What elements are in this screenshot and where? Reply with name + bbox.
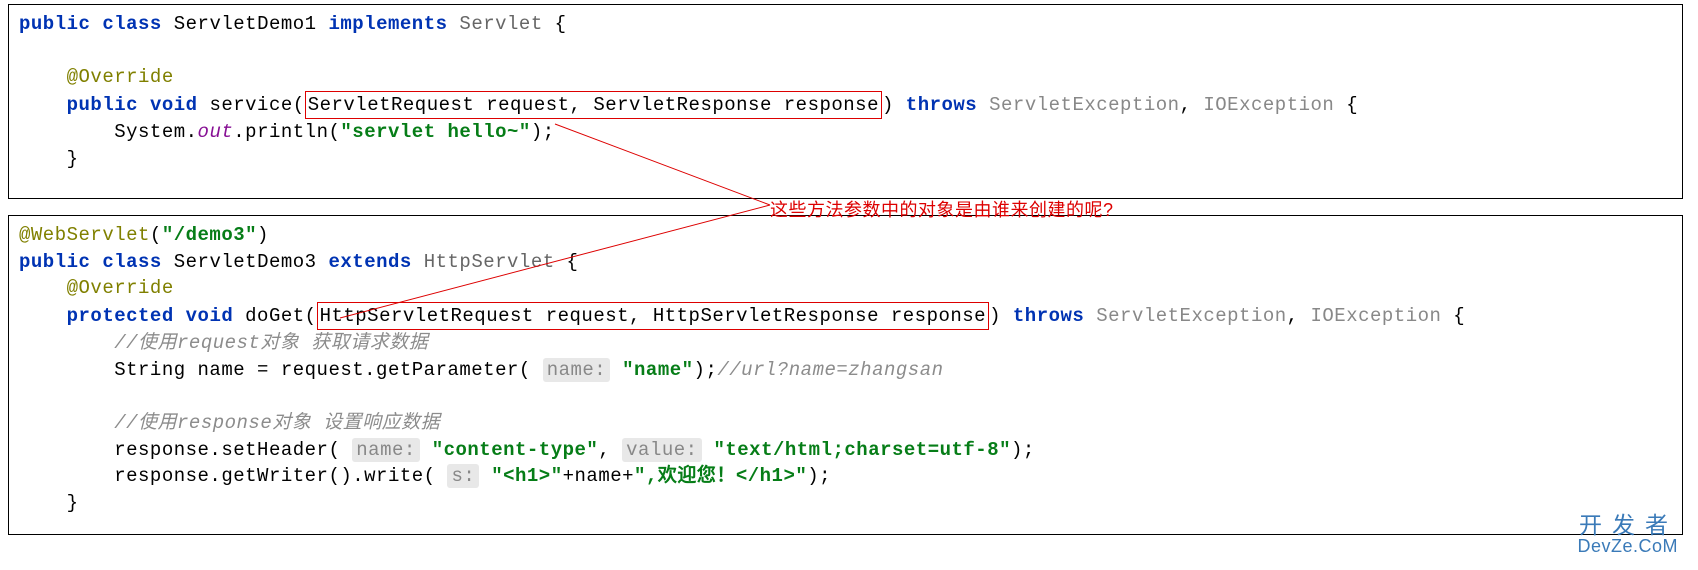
string: "content-type" [432,439,599,461]
paren: ( [150,224,162,246]
string: "<h1>" [491,465,562,487]
code: ); [1011,439,1035,461]
classname: ServletDemo3 [174,251,317,273]
param-hint: name: [352,438,420,462]
annotation-webservlet: @WebServlet [19,224,150,246]
kw-public: public [67,94,138,116]
brace: { [1441,305,1465,327]
paren: ) [257,224,269,246]
code-pre-1: public class ServletDemo1 implements Ser… [19,11,1672,173]
code-pre-2: @WebServlet("/demo3") public class Servl… [19,222,1672,517]
exception: ServletException [989,94,1179,116]
params-highlighted: HttpServletRequest request, HttpServletR… [317,302,990,331]
string: "name" [622,359,693,381]
kw-public: public [19,13,90,35]
exception: IOException [1203,94,1334,116]
comment: //使用request对象 获取请求数据 [114,332,428,354]
kw-void: void [150,94,198,116]
paren: ) [989,305,1001,327]
comment: //使用response对象 设置响应数据 [114,412,440,434]
brace: } [67,148,79,170]
code-block-1: public class ServletDemo1 implements Ser… [8,4,1683,199]
iface: Servlet [459,13,542,35]
code: .println( [233,121,340,143]
kw-protected: protected [67,305,174,327]
field-out: out [198,121,234,143]
param-hint: value: [622,438,701,462]
param-hint: s: [447,464,479,488]
kw-public: public [19,251,90,273]
comment: //url?name=zhangsan [717,359,943,381]
comma: , [1287,305,1299,327]
string: ",欢迎您！</h1>" [634,465,807,487]
code: response.getWriter().write( [114,465,435,487]
comma: , [598,439,610,461]
classname: ServletDemo1 [174,13,317,35]
watermark-cn: 开发者 [1577,513,1678,537]
params-highlighted: ServletRequest request, ServletResponse … [305,91,882,120]
annotation-text: 这些方法参数中的对象是由谁来创建的呢? [770,196,1114,222]
string: "text/html;charset=utf-8" [713,439,1011,461]
exception: ServletException [1096,305,1286,327]
watermark-en: DevZe.CoM [1577,537,1678,556]
method: service [209,94,292,116]
string: "/demo3" [162,224,257,246]
brace: { [1334,94,1358,116]
code: String name = request.getParameter( [114,359,531,381]
code-block-2: @WebServlet("/demo3") public class Servl… [8,215,1683,535]
kw-extends: extends [328,251,411,273]
code: response.setHeader( [114,439,340,461]
annotation-override: @Override [67,277,174,299]
paren: ( [305,305,317,327]
code: +name+ [563,465,634,487]
code: System. [114,121,197,143]
code: ); [694,359,718,381]
kw-throws: throws [1013,305,1084,327]
comma: , [1180,94,1192,116]
method: doGet [245,305,305,327]
annotation-override: @Override [67,66,174,88]
kw-implements: implements [328,13,447,35]
kw-class: class [102,251,162,273]
code: ); [807,465,831,487]
exception: IOException [1310,305,1441,327]
kw-throws: throws [906,94,977,116]
paren: ( [293,94,305,116]
paren: ) [882,94,894,116]
code: ); [531,121,555,143]
watermark: 开发者 DevZe.CoM [1577,513,1678,556]
string: "servlet hello~" [340,121,530,143]
kw-class: class [102,13,162,35]
superclass: HttpServlet [424,251,555,273]
brace: { [543,13,567,35]
kw-void: void [186,305,234,327]
brace: { [555,251,579,273]
param-hint: name: [543,358,611,382]
brace: } [67,492,79,514]
